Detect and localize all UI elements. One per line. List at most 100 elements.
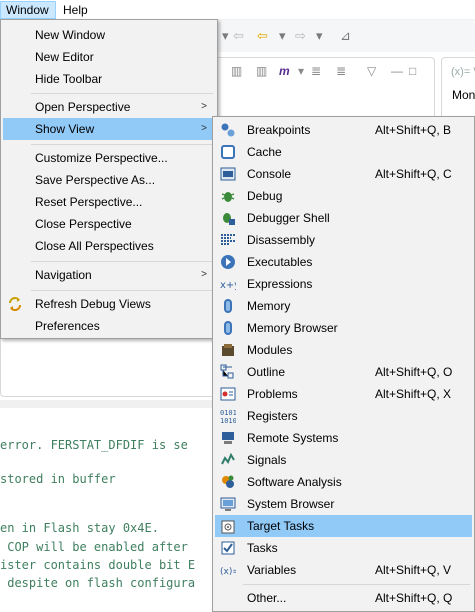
tool-c-icon[interactable]: ≣: [311, 64, 321, 78]
tool-d-icon[interactable]: ≣: [336, 64, 346, 78]
disassembly-icon: [221, 234, 235, 245]
view-item-other[interactable]: Other... Alt+Shift+Q, Q: [215, 587, 472, 609]
view-item-target-tasks[interactable]: Target Tasks: [215, 515, 472, 537]
tool-a-icon[interactable]: ▥: [231, 64, 242, 78]
view-label: Debug: [247, 189, 283, 203]
view-shortcut: Alt+Shift+Q, Q: [375, 591, 453, 605]
hide-toolbar-label: Hide Toolbar: [35, 72, 103, 86]
view-item-console[interactable]: Console Alt+Shift+Q, C: [215, 163, 472, 185]
executables-icon: [221, 255, 235, 269]
view-item-system-browser[interactable]: System Browser: [215, 493, 472, 515]
view-item-breakpoints[interactable]: Breakpoints Alt+Shift+Q, B: [215, 119, 472, 141]
back-icon[interactable]: ⇦: [257, 29, 268, 43]
refresh-debug-views-item[interactable]: Refresh Debug Views: [3, 293, 215, 315]
view-label: Other...: [247, 591, 287, 605]
view-item-debug[interactable]: Debug: [215, 185, 472, 207]
maximize-icon[interactable]: □: [409, 64, 416, 78]
view-item-software-analysis[interactable]: Software Analysis: [215, 471, 472, 493]
view-menu-icon[interactable]: ▽: [367, 64, 376, 78]
view-shortcut: Alt+Shift+Q, O: [375, 365, 453, 379]
preferences-item[interactable]: Preferences: [3, 315, 215, 337]
view-label: Expressions: [247, 277, 313, 291]
minimize-icon[interactable]: —: [391, 64, 403, 78]
memory-browser-icon: [224, 321, 232, 335]
view-item-disassembly[interactable]: Disassembly: [215, 229, 472, 251]
refresh-icon: [9, 297, 21, 311]
view-item-memory[interactable]: Memory: [215, 295, 472, 317]
open-perspective-item[interactable]: Open Perspective >: [3, 96, 215, 118]
view-label: Memory: [247, 299, 291, 313]
remote-systems-icon: [222, 432, 234, 444]
view-item-tasks[interactable]: Tasks: [215, 537, 472, 559]
customize-perspective-item[interactable]: Customize Perspective...: [3, 147, 215, 169]
new-window-label: New Window: [35, 28, 106, 42]
view-item-modules[interactable]: Modules: [215, 339, 472, 361]
new-editor-item[interactable]: New Editor: [3, 46, 215, 68]
menu-help[interactable]: Help: [58, 1, 93, 19]
hide-toolbar-item[interactable]: Hide Toolbar: [3, 68, 215, 90]
menu-separator: [31, 144, 213, 145]
customize-perspective-label: Customize Perspective...: [35, 151, 168, 165]
navigation-label: Navigation: [35, 268, 92, 282]
view-label: Memory Browser: [247, 321, 338, 335]
close-perspective-label: Close Perspective: [35, 217, 132, 231]
show-view-item[interactable]: Show View >: [3, 118, 215, 140]
new-editor-label: New Editor: [35, 50, 94, 64]
close-perspective-item[interactable]: Close Perspective: [3, 213, 215, 235]
menu-bar: Window Help: [0, 0, 475, 20]
view-label: Tasks: [247, 541, 278, 555]
pin-editor-icon[interactable]: ⊿: [340, 29, 351, 43]
show-view-label: Show View: [35, 122, 95, 136]
monitor-tab[interactable]: Mon: [452, 88, 475, 102]
view-label: Variables: [247, 563, 297, 577]
back-dropdown-icon[interactable]: ▾: [279, 29, 286, 43]
code-line: ister contains double bit E: [0, 558, 196, 572]
view-label: Cache: [247, 145, 282, 159]
console-icon: [220, 167, 236, 181]
view-shortcut: Alt+Shift+Q, X: [375, 387, 452, 401]
forward-icon[interactable]: ⇨: [295, 29, 306, 43]
forward-dropdown-icon[interactable]: ▾: [316, 29, 323, 43]
view-label: System Browser: [247, 497, 335, 511]
view-label: Debugger Shell: [247, 211, 330, 225]
toolbar-dropdown-icon[interactable]: ▾: [222, 29, 229, 43]
target-tasks-icon: [221, 520, 235, 534]
view-label: Console: [247, 167, 292, 181]
view-shortcut: Alt+Shift+Q, V: [375, 563, 452, 577]
view-item-registers[interactable]: 0101 1010 Registers: [215, 405, 472, 427]
view-item-outline[interactable]: Outline Alt+Shift+Q, O: [215, 361, 472, 383]
view-label: Remote Systems: [247, 431, 339, 445]
menu-separator: [31, 93, 213, 94]
view-item-remote-systems[interactable]: Remote Systems: [215, 427, 472, 449]
back-edit-icon[interactable]: ⇦: [233, 29, 244, 43]
new-window-item[interactable]: New Window: [3, 24, 215, 46]
save-perspective-as-item[interactable]: Save Perspective As...: [3, 169, 215, 191]
tasks-icon: [221, 541, 235, 555]
navigation-item[interactable]: Navigation >: [3, 264, 215, 286]
tool-dropdown-icon[interactable]: ▾: [298, 64, 304, 78]
code-line: stored in buffer: [0, 472, 116, 486]
debug-icon: [221, 192, 235, 202]
view-item-expressions[interactable]: x+y Expressions: [215, 273, 472, 295]
reset-perspective-item[interactable]: Reset Perspective...: [3, 191, 215, 213]
menu-separator: [31, 290, 213, 291]
variables-tab[interactable]: (x)= V: [451, 66, 475, 78]
view-item-executables[interactable]: Executables: [215, 251, 472, 273]
menu-window[interactable]: Window: [0, 1, 56, 19]
close-all-perspectives-label: Close All Perspectives: [35, 239, 154, 253]
svg-text:(x)=: (x)=: [220, 567, 236, 577]
submenu-arrow-icon: >: [201, 101, 207, 112]
view-item-problems[interactable]: Problems Alt+Shift+Q, X: [215, 383, 472, 405]
view-item-memory-browser[interactable]: Memory Browser: [215, 317, 472, 339]
view-item-cache[interactable]: Cache: [215, 141, 472, 163]
view-item-signals[interactable]: Signals: [215, 449, 472, 471]
close-all-perspectives-item[interactable]: Close All Perspectives: [3, 235, 215, 257]
modules-icon: [222, 344, 234, 356]
open-perspective-label: Open Perspective: [35, 100, 131, 114]
view-item-debugger-shell[interactable]: Debugger Shell: [215, 207, 472, 229]
tool-m-icon[interactable]: m: [279, 64, 290, 78]
menu-separator: [31, 261, 213, 262]
tool-b-icon[interactable]: ▥: [256, 64, 267, 78]
view-item-variables[interactable]: (x)= Variables Alt+Shift+Q, V: [215, 559, 472, 581]
submenu-arrow-icon: >: [201, 123, 207, 134]
